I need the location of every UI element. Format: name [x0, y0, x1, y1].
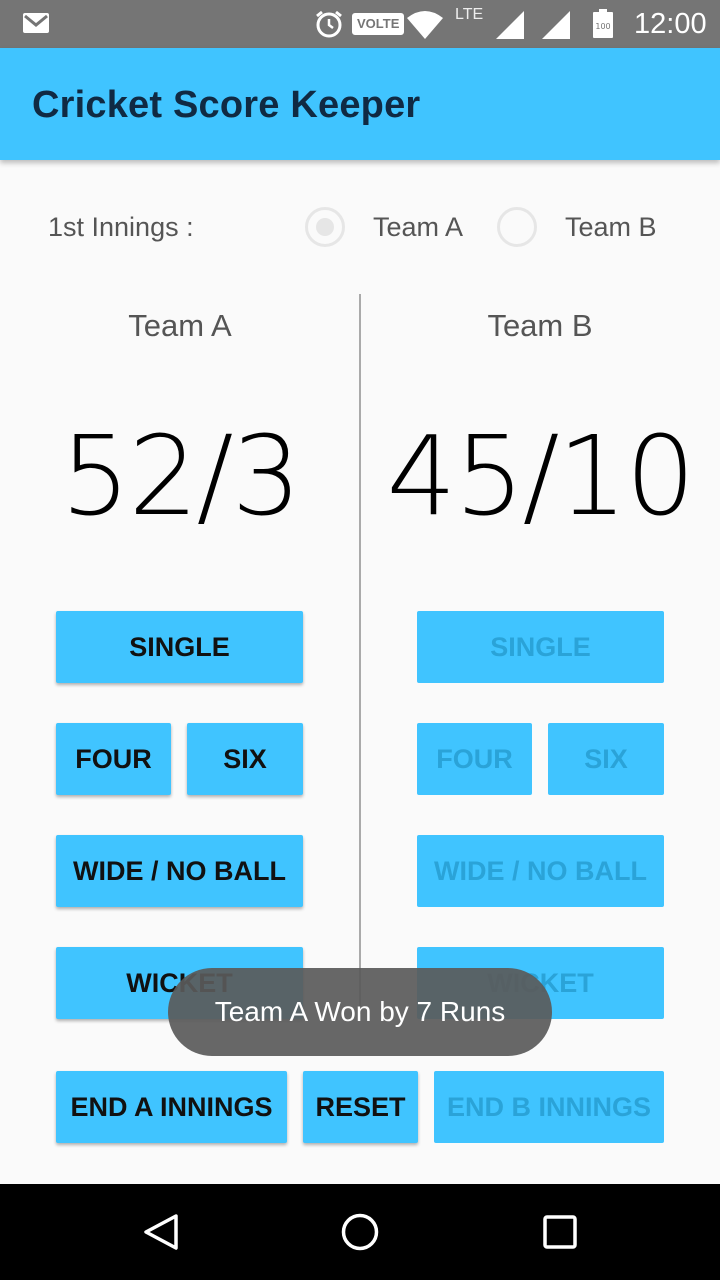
home-icon[interactable] [340, 1212, 380, 1252]
status-bar: VOLTE LTE 100 12:00 [0, 0, 720, 48]
team-a-score: 52/3 [60, 412, 301, 540]
radio-label-team-a[interactable]: Team A [373, 212, 463, 243]
team-a-name: Team A [128, 308, 232, 343]
alarm-icon [316, 10, 342, 38]
clock: 12:00 [634, 8, 707, 40]
team-a-six-button[interactable]: SIX [187, 723, 303, 795]
radio-team-b[interactable] [497, 207, 537, 247]
team-b-score: 45/10 [386, 412, 695, 540]
battery-icon: 100 [593, 9, 613, 38]
app-bar: Cricket Score Keeper [0, 48, 720, 160]
team-a-four-button[interactable]: FOUR [56, 723, 171, 795]
lte-label: LTE [455, 6, 484, 23]
back-icon[interactable] [142, 1213, 180, 1251]
svg-text:100: 100 [595, 22, 610, 31]
result-toast: Team A Won by 7 Runs [168, 968, 552, 1056]
team-b-four-button[interactable]: FOUR [417, 723, 532, 795]
team-b-name: Team B [487, 308, 593, 343]
reset-button[interactable]: RESET [303, 1071, 418, 1143]
radio-team-a[interactable] [305, 207, 345, 247]
recents-icon[interactable] [543, 1215, 577, 1249]
volte-badge: VOLTE [352, 13, 405, 35]
end-b-innings-button[interactable]: END B INNINGS [434, 1071, 664, 1143]
innings-label: 1st Innings : [48, 212, 194, 242]
gmail-icon [23, 13, 49, 33]
radio-label-team-b[interactable]: Team B [565, 212, 657, 243]
team-b-single-button[interactable]: SINGLE [417, 611, 664, 683]
team-b-six-button[interactable]: SIX [548, 723, 664, 795]
signal-icon [496, 11, 524, 39]
app-title: Cricket Score Keeper [32, 84, 421, 126]
wifi-icon [407, 11, 443, 39]
nav-bar [0, 1184, 720, 1280]
team-b-wide-button[interactable]: WIDE / NO BALL [417, 835, 664, 907]
team-a-wide-button[interactable]: WIDE / NO BALL [56, 835, 303, 907]
screen: VOLTE LTE 100 12:00 Cricket Score Keeper… [0, 0, 720, 1280]
end-a-innings-button[interactable]: END A INNINGS [56, 1071, 287, 1143]
signal-icon [542, 11, 570, 39]
team-a-single-button[interactable]: SINGLE [56, 611, 303, 683]
column-divider [359, 294, 361, 1014]
